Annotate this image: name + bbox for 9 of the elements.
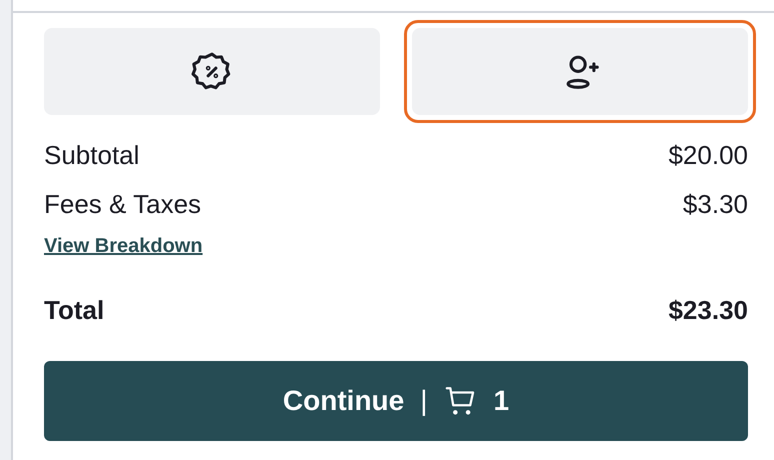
- summary-value: $3.30: [682, 188, 748, 221]
- summary-value: $20.00: [668, 139, 748, 172]
- view-breakdown-link[interactable]: View Breakdown: [44, 235, 203, 258]
- summary-label: Subtotal: [44, 139, 140, 172]
- summary-label: Fees & Taxes: [44, 188, 202, 221]
- total-value: $23.30: [668, 294, 748, 327]
- add-guest-button[interactable]: [404, 20, 756, 123]
- total-label: Total: [44, 294, 104, 327]
- continue-button[interactable]: Continue | 1: [44, 361, 748, 441]
